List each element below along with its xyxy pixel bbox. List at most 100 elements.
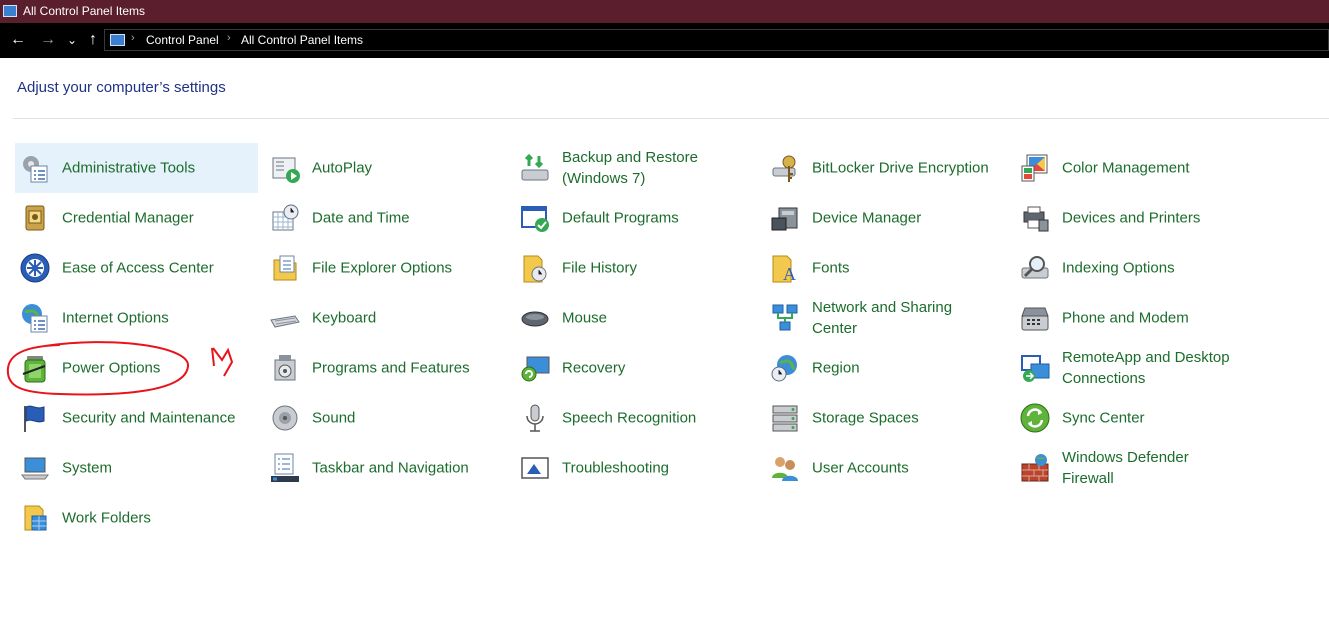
item-label: Administrative Tools [62, 159, 196, 177]
item-label: Speech Recognition [562, 409, 697, 427]
internet-options-icon [22, 304, 48, 333]
item-label: Region [812, 359, 860, 377]
recovery-icon [521, 356, 550, 382]
item-device-manager[interactable]: Device Manager [765, 193, 1008, 243]
autoplay-icon [272, 157, 300, 183]
item-devices-printers[interactable]: Devices and Printers [1015, 193, 1258, 243]
item-recovery[interactable]: Recovery [515, 343, 758, 393]
item-work-folders[interactable]: Work Folders [15, 493, 258, 543]
item-internet-options[interactable]: Internet Options [15, 293, 258, 343]
page-heading: Adjust your computer’s settings [17, 79, 226, 96]
mouse-icon [521, 311, 549, 327]
up-arrow-icon[interactable]: ↑ [83, 29, 103, 51]
bitlocker-key-icon [772, 155, 796, 182]
item-region[interactable]: Region [765, 343, 1008, 393]
programs-features-icon [274, 355, 296, 381]
title-bar: All Control Panel Items [0, 0, 1329, 23]
item-label: BitLocker Drive Encryption [812, 159, 989, 177]
svg-text:A: A [783, 264, 796, 284]
user-accounts-icon [772, 457, 798, 481]
microphone-icon [526, 404, 544, 432]
item-user-accounts[interactable]: User Accounts [765, 443, 1008, 493]
item-label: Default Programs [562, 209, 679, 227]
item-ease-of-access[interactable]: Ease of Access Center [15, 243, 258, 293]
file-history-icon [523, 255, 547, 283]
item-remoteapp[interactable]: RemoteApp and Desktop Connections [1015, 343, 1258, 393]
remoteapp-icon [1021, 355, 1050, 382]
item-label: User Accounts [812, 459, 909, 477]
item-default-programs[interactable]: Default Programs [515, 193, 758, 243]
item-indexing-options[interactable]: Indexing Options [1015, 243, 1258, 293]
item-label: Backup and Restore (Windows 7) [562, 149, 698, 187]
breadcrumb-all-items[interactable]: All Control Panel Items [241, 33, 363, 47]
item-label: AutoPlay [312, 159, 373, 177]
item-keyboard[interactable]: Keyboard [265, 293, 508, 343]
item-troubleshooting[interactable]: Troubleshooting [515, 443, 758, 493]
breadcrumb-separator: › [131, 32, 135, 44]
control-panel-location-icon [110, 34, 125, 46]
item-label: Taskbar and Navigation [312, 459, 469, 477]
item-label: RemoteApp and Desktop Connections [1062, 349, 1230, 387]
item-label: Keyboard [312, 309, 377, 327]
back-arrow-icon[interactable]: ← [8, 29, 28, 51]
item-bitlocker[interactable]: BitLocker Drive Encryption [765, 143, 1008, 193]
item-administrative-tools[interactable]: Administrative Tools [15, 143, 258, 193]
item-date-time[interactable]: Date and Time [265, 193, 508, 243]
address-bar[interactable]: › Control Panel › All Control Panel Item… [104, 29, 1329, 51]
indexing-options-icon [1021, 256, 1049, 279]
item-label: Recovery [562, 359, 626, 377]
item-label: Devices and Printers [1062, 209, 1201, 227]
item-windows-defender-firewall[interactable]: Windows Defender Firewall [1015, 443, 1258, 493]
item-label: Troubleshooting [562, 459, 670, 477]
item-file-history[interactable]: File History [515, 243, 758, 293]
forward-arrow-icon[interactable]: → [38, 29, 58, 51]
item-backup-restore[interactable]: Backup and Restore (Windows 7) [515, 143, 758, 193]
sync-center-icon [1020, 403, 1050, 433]
storage-spaces-icon [772, 405, 798, 432]
item-label: Windows Defender Firewall [1062, 449, 1189, 487]
devices-printers-icon [1023, 206, 1049, 232]
item-file-explorer-options[interactable]: File Explorer Options [265, 243, 508, 293]
ease-of-access-icon [20, 253, 50, 283]
firewall-icon [1021, 454, 1049, 482]
phone-modem-icon [1021, 307, 1049, 331]
keyboard-icon [270, 315, 300, 328]
administrative-tools-icon [23, 156, 48, 183]
item-system[interactable]: System [15, 443, 258, 493]
item-fonts[interactable]: A Fonts [765, 243, 1008, 293]
recent-locations-chevron-icon[interactable]: ⌄ [62, 29, 82, 51]
file-explorer-options-icon [273, 255, 297, 281]
item-storage-spaces[interactable]: Storage Spaces [765, 393, 1008, 443]
item-network-sharing[interactable]: Network and Sharing Center [765, 293, 1008, 343]
item-taskbar-navigation[interactable]: Taskbar and Navigation [265, 443, 508, 493]
breadcrumb-control-panel[interactable]: Control Panel [146, 33, 219, 47]
item-sound[interactable]: Sound [265, 393, 508, 443]
item-label: Color Management [1062, 159, 1190, 177]
item-autoplay[interactable]: AutoPlay [265, 143, 508, 193]
item-label: Mouse [562, 309, 608, 327]
item-label: Fonts [812, 259, 850, 277]
color-management-icon [1021, 154, 1048, 182]
item-label: File Explorer Options [312, 259, 453, 277]
item-speech-recognition[interactable]: Speech Recognition [515, 393, 758, 443]
system-laptop-icon [21, 457, 49, 480]
item-security-maintenance[interactable]: Security and Maintenance [15, 393, 258, 443]
network-sharing-icon [772, 304, 798, 331]
item-power-options[interactable]: Power Options [15, 343, 258, 393]
item-mouse[interactable]: Mouse [515, 293, 758, 343]
item-programs-features[interactable]: Programs and Features [265, 343, 508, 393]
item-label: Security and Maintenance [62, 409, 236, 427]
item-label: Internet Options [62, 309, 169, 327]
item-credential-manager[interactable]: Credential Manager [15, 193, 258, 243]
item-phone-modem[interactable]: Phone and Modem [1015, 293, 1258, 343]
control-panel-icon [3, 5, 17, 17]
window-title: All Control Panel Items [23, 4, 146, 18]
item-label: Date and Time [312, 209, 410, 227]
item-sync-center[interactable]: Sync Center [1015, 393, 1258, 443]
item-label: Ease of Access Center [62, 259, 214, 277]
item-label: Sound [312, 409, 356, 427]
item-label: Network and Sharing Center [812, 299, 953, 337]
item-color-management[interactable]: Color Management [1015, 143, 1258, 193]
taskbar-navigation-icon [271, 453, 299, 482]
credential-manager-icon [25, 205, 45, 231]
